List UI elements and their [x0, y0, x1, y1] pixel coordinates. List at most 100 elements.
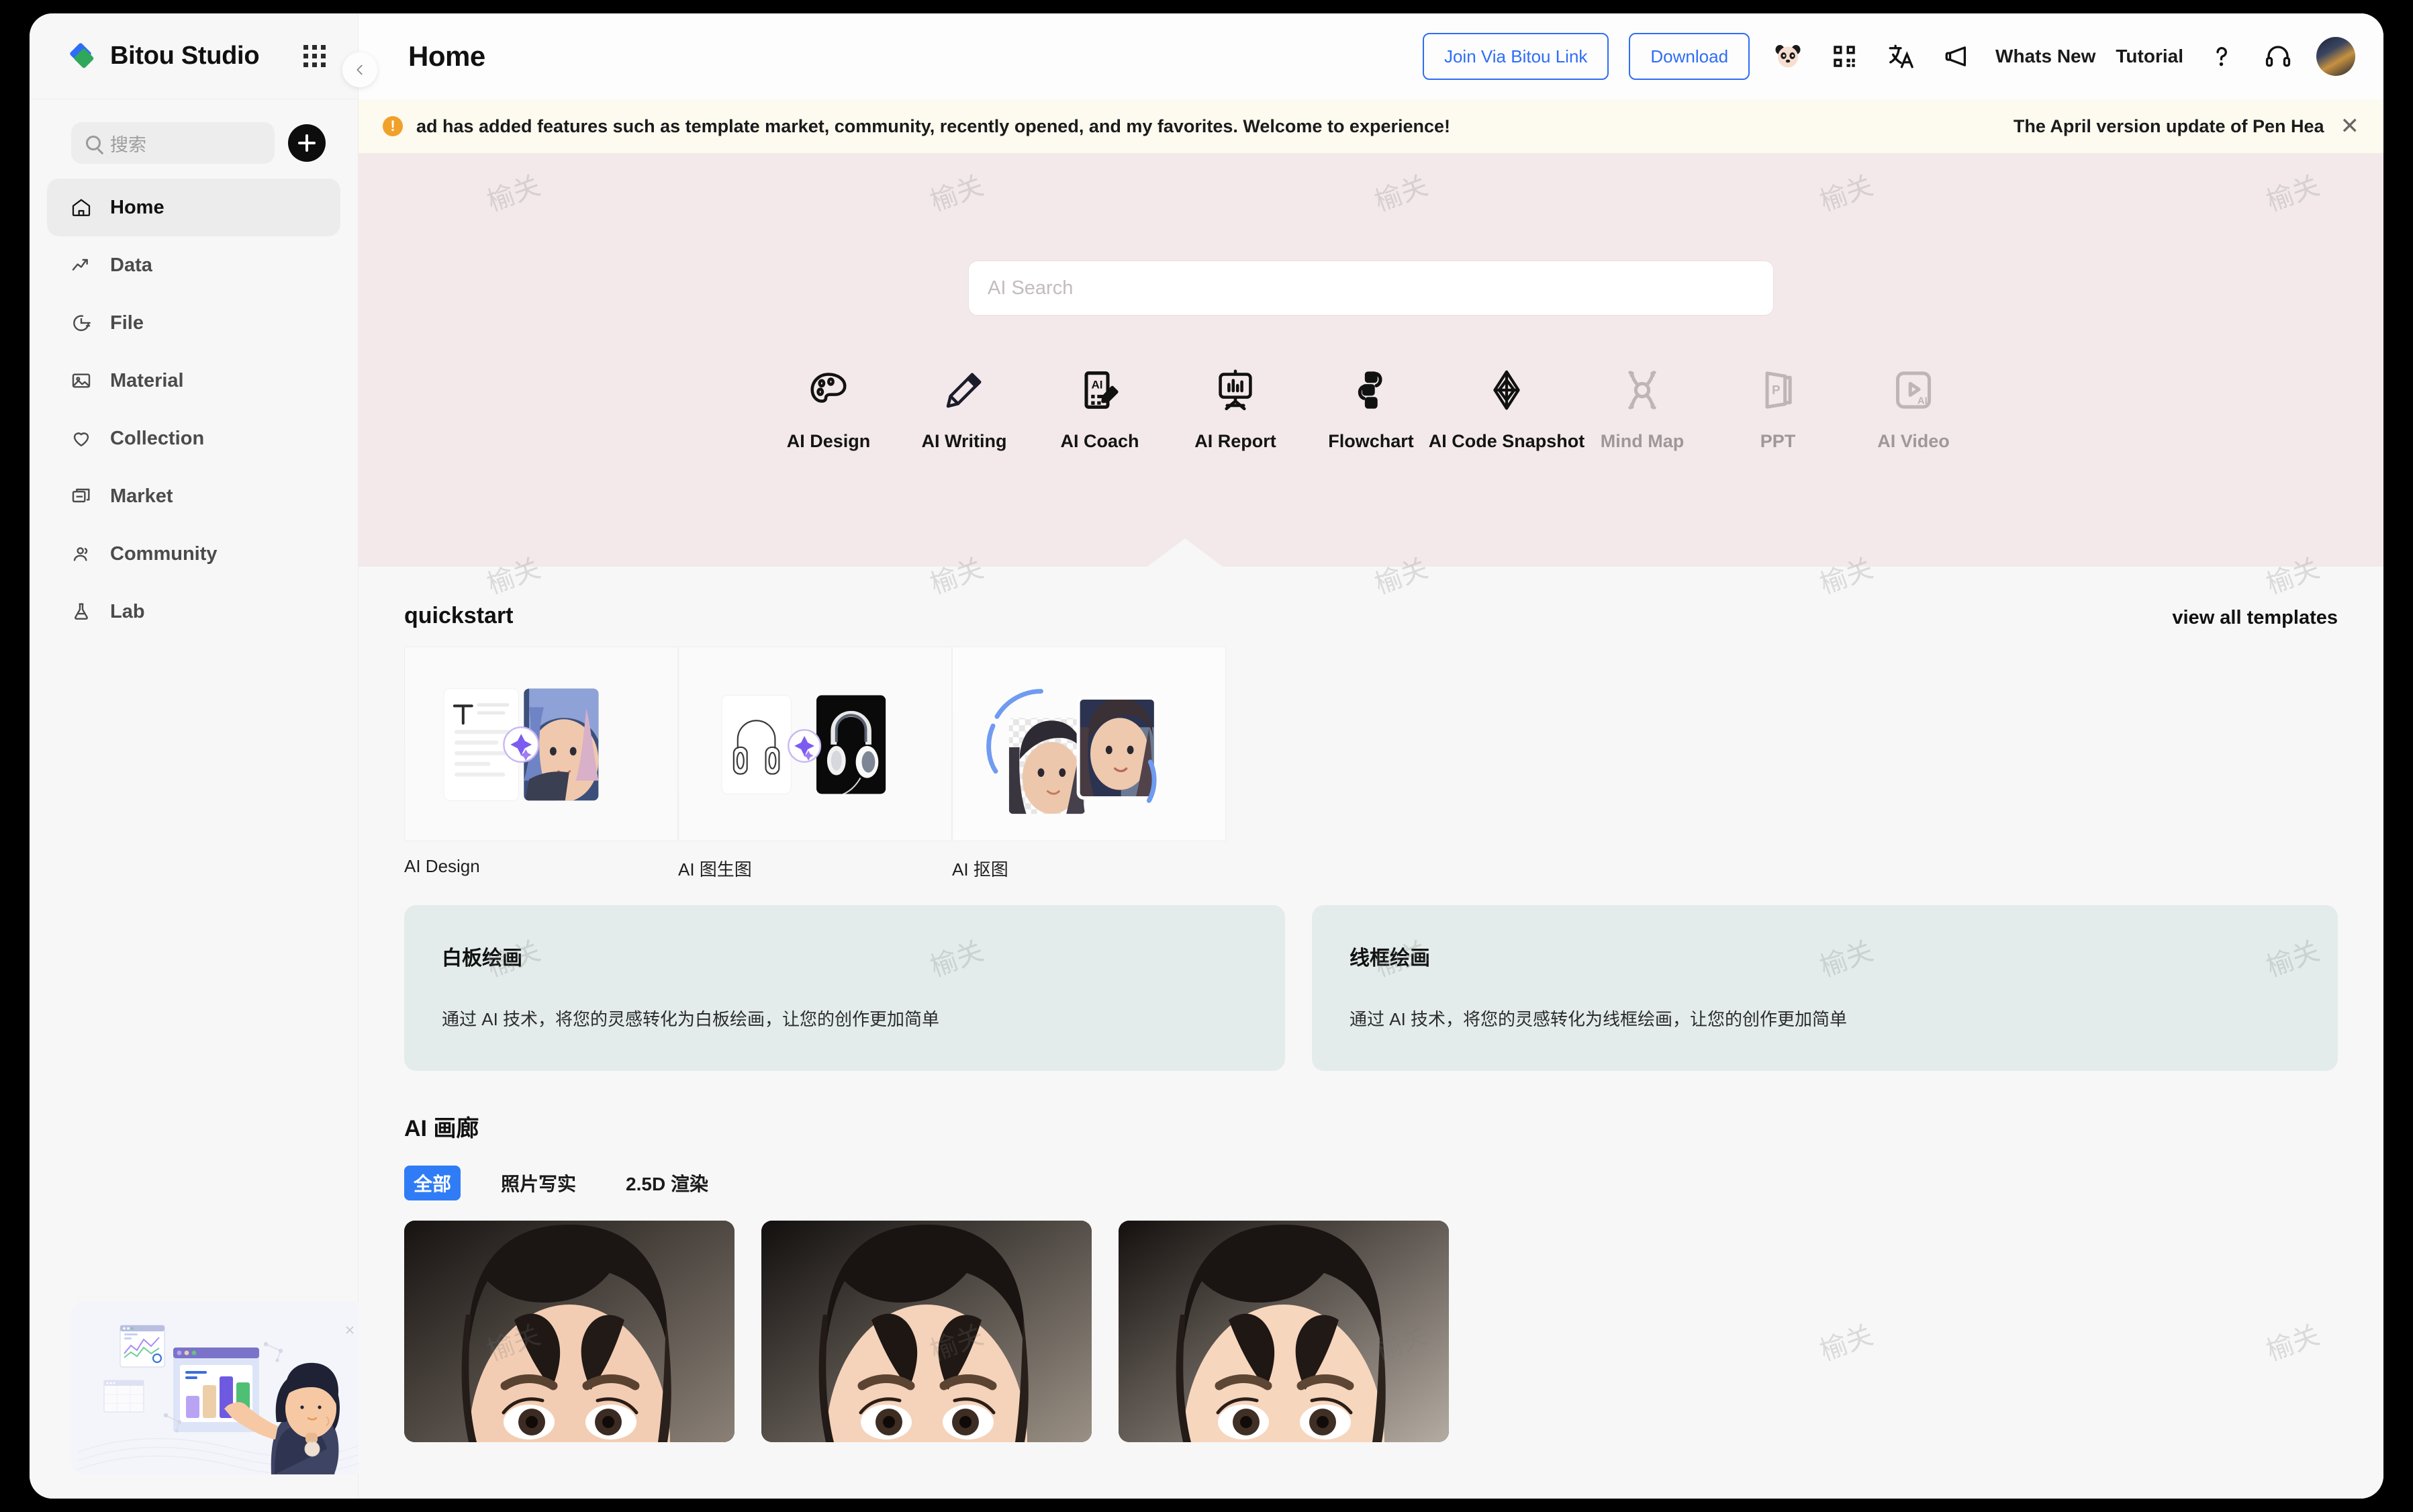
windows-icon — [70, 485, 93, 508]
megaphone-icon[interactable] — [1939, 38, 1975, 75]
palette-icon — [807, 367, 850, 414]
easel-icon — [1214, 367, 1257, 414]
tool-label: AI Report — [1194, 431, 1276, 451]
chevron-left-icon — [357, 64, 363, 75]
ai-search-input[interactable] — [988, 277, 1754, 299]
svg-text:P: P — [1772, 383, 1780, 397]
quickstart-grid: AI Design AI 图生图 AI 抠图 — [359, 629, 2383, 881]
quickstart-section: quickstart view all templates AI Design … — [359, 567, 2383, 881]
tool-mind-map[interactable]: Mind Map — [1574, 367, 1710, 452]
sidebar-search-row: 搜索 — [30, 99, 358, 179]
app-window: Bitou Studio 搜索 Home Data File Material … — [30, 13, 2383, 1499]
gallery-portrait-image — [761, 1221, 1092, 1442]
flowchart-icon — [1350, 367, 1392, 414]
download-button[interactable]: Download — [1629, 33, 1750, 80]
quickstart-card[interactable]: AI Design — [404, 647, 678, 881]
sidebar-item-label: Home — [110, 196, 164, 218]
sidebar-item-market[interactable]: Market — [47, 467, 340, 525]
avatar[interactable] — [2316, 37, 2355, 76]
sidebar-item-label: Data — [110, 254, 152, 276]
quickstart-header: quickstart view all templates — [359, 567, 2383, 629]
search-input[interactable]: 搜索 — [71, 122, 275, 164]
gallery-tab-all[interactable]: 全部 — [404, 1166, 461, 1200]
panda-icon[interactable] — [1770, 38, 1806, 75]
tool-ai-video[interactable]: AI AI Video — [1846, 367, 1981, 452]
join-via-bitou-link-button[interactable]: Join Via Bitou Link — [1422, 33, 1609, 80]
quickstart-title: quickstart — [404, 603, 514, 628]
page-title: Home — [408, 40, 485, 72]
feature-cards-row: 白板绘画 通过 AI 技术，将您的灵感转化为白板绘画，让您的创作更加简单 线框绘… — [359, 881, 2383, 1071]
sidebar-item-home[interactable]: Home — [47, 179, 340, 236]
tool-label: AI Video — [1877, 431, 1950, 451]
announcement-text: ad has added features such as template m… — [416, 115, 1451, 136]
ai-video-icon: AI — [1892, 367, 1935, 414]
collapse-sidebar-button[interactable] — [342, 52, 377, 87]
quickstart-card[interactable]: AI 抠图 — [952, 647, 1226, 881]
tool-ai-design[interactable]: AI Design — [761, 367, 896, 452]
question-icon[interactable] — [2204, 38, 2240, 75]
announcement-right: The April version update of Pen Hea ✕ — [2014, 115, 2359, 138]
brand-row: Bitou Studio — [30, 13, 358, 99]
svg-text:AI: AI — [1918, 395, 1928, 406]
feature-description: 通过 AI 技术，将您的灵感转化为线框绘画，让您的创作更加简单 — [1350, 1009, 1848, 1029]
ai-search-bar[interactable] — [968, 261, 1774, 316]
warning-icon: ! — [383, 116, 403, 136]
tutorial-link[interactable]: Tutorial — [2116, 46, 2183, 67]
sidebar-item-label: File — [110, 312, 144, 334]
add-new-button[interactable] — [288, 124, 326, 162]
gallery-portrait-image — [404, 1221, 735, 1442]
tool-ai-coach[interactable]: AI AI Coach — [1032, 367, 1168, 452]
feature-title: 白板绘画 — [442, 947, 522, 970]
gallery-card[interactable] — [404, 1221, 735, 1442]
tool-label: Flowchart — [1328, 431, 1414, 451]
sidebar-item-material[interactable]: Material — [47, 352, 340, 410]
quickstart-thumbnail — [952, 647, 1226, 841]
gallery-tab-photoreal[interactable]: 照片写实 — [491, 1166, 585, 1200]
tool-ppt[interactable]: P PPT — [1710, 367, 1846, 452]
quickstart-thumbnail — [404, 647, 678, 841]
translate-icon[interactable] — [1883, 38, 1919, 75]
heart-icon — [70, 427, 93, 450]
gallery-grid — [359, 1200, 2383, 1442]
flask-icon — [70, 600, 93, 623]
sidebar-item-label: Collection — [110, 427, 205, 449]
search-icon — [86, 136, 101, 150]
tool-label: PPT — [1760, 431, 1796, 451]
gallery-title: AI 画廊 — [404, 1116, 479, 1141]
view-all-templates-link[interactable]: view all templates — [2172, 607, 2338, 629]
sidebar-item-label: Market — [110, 485, 173, 507]
gallery-tab-25d[interactable]: 2.5D 渲染 — [616, 1166, 718, 1200]
quickstart-card-label: AI 抠图 — [952, 859, 1008, 880]
sidebar-item-file[interactable]: File — [47, 294, 340, 352]
file-clock-icon — [70, 312, 93, 334]
tool-ai-writing[interactable]: AI Writing — [896, 367, 1032, 452]
announcement-secondary-text: The April version update of Pen Hea — [2013, 115, 2324, 136]
sidebar-item-community[interactable]: Community — [47, 525, 340, 583]
feature-title: 线框绘画 — [1350, 947, 1430, 970]
headset-icon[interactable] — [2260, 38, 2296, 75]
tool-flowchart[interactable]: Flowchart — [1303, 367, 1439, 452]
gallery-card[interactable] — [1119, 1221, 1449, 1442]
whats-new-link[interactable]: Whats New — [1995, 46, 2095, 67]
tool-label: AI Code Snapshot — [1428, 431, 1585, 451]
feature-card-wireframe[interactable]: 线框绘画 通过 AI 技术，将您的灵感转化为线框绘画，让您的创作更加简单 — [1312, 905, 2338, 1071]
tool-label: AI Design — [786, 431, 871, 451]
feature-card-whiteboard[interactable]: 白板绘画 通过 AI 技术，将您的灵感转化为白板绘画，让您的创作更加简单 — [404, 905, 1285, 1071]
sidebar-promo-card[interactable] — [71, 1301, 367, 1474]
tool-ai-code-snapshot[interactable]: AI Code Snapshot — [1429, 367, 1584, 452]
close-icon[interactable]: ✕ — [2340, 115, 2360, 138]
gallery-card[interactable] — [761, 1221, 1092, 1442]
sidebar-item-label: Community — [110, 542, 218, 565]
qrcode-icon[interactable] — [1826, 38, 1862, 75]
sidebar-item-lab[interactable]: Lab — [47, 583, 340, 641]
mindmap-icon — [1621, 367, 1664, 414]
sidebar-item-collection[interactable]: Collection — [47, 410, 340, 467]
tool-ai-report[interactable]: AI Report — [1168, 367, 1303, 452]
brand-title: Bitou Studio — [110, 42, 260, 70]
app-grid-icon[interactable] — [303, 45, 326, 67]
ai-doc-icon: AI — [1078, 367, 1121, 414]
sidebar-item-data[interactable]: Data — [47, 236, 340, 294]
sidebar: Bitou Studio 搜索 Home Data File Material … — [30, 13, 367, 1499]
hero-banner: AI Design AI Writing — [359, 153, 2383, 567]
quickstart-card[interactable]: AI 图生图 — [678, 647, 952, 881]
